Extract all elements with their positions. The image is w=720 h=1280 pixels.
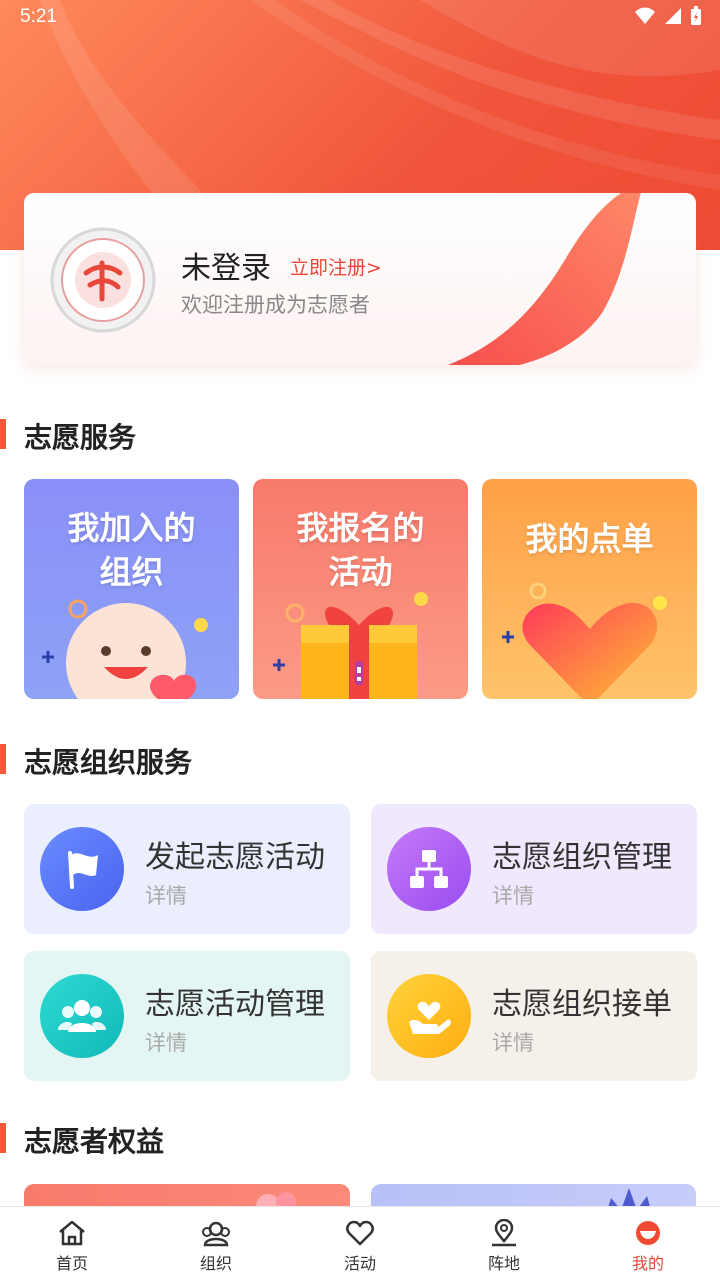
flag-icon	[40, 827, 124, 911]
volunteer-emblem-icon	[50, 227, 156, 333]
status-time: 5:21	[20, 6, 57, 27]
section-accent-bar	[0, 744, 6, 774]
heart-outline-icon	[346, 1220, 374, 1246]
home-icon	[59, 1220, 85, 1246]
tile-joined-orgs[interactable]: 我加入的 组织	[24, 479, 239, 699]
tile-label: 组织	[99, 553, 164, 591]
tab-label: 组织	[199, 1254, 232, 1273]
tab-home[interactable]: 首页	[0, 1207, 144, 1280]
tab-label: 阵地	[487, 1254, 520, 1273]
card-subtitle: 详情	[145, 884, 187, 908]
card-swoosh-decoration	[447, 193, 641, 365]
heart-icon	[502, 582, 667, 699]
tab-label: 活动	[343, 1254, 376, 1273]
card-org-orders[interactable]: 志愿组织接单 详情	[371, 951, 697, 1081]
register-link[interactable]: 立即注册>	[290, 253, 382, 280]
card-subtitle: 详情	[145, 1031, 187, 1055]
tile-my-orders[interactable]: 我的点单	[482, 479, 697, 699]
org-chart-icon	[387, 827, 471, 911]
card-title: 志愿活动管理	[145, 987, 325, 1022]
card-org-management[interactable]: 志愿组织管理 详情	[371, 804, 697, 934]
card-activity-management[interactable]: 志愿活动管理 详情	[24, 951, 350, 1081]
card-title: 志愿组织管理	[492, 840, 672, 875]
section-accent-bar	[0, 1123, 6, 1153]
avatar[interactable]	[50, 227, 156, 333]
people-icon	[40, 974, 124, 1058]
section-title-benefits: 志愿者权益	[24, 1125, 165, 1158]
tile-label: 我报名的	[296, 509, 425, 547]
profile-icon	[636, 1221, 660, 1245]
tab-position[interactable]: 阵地	[432, 1207, 576, 1280]
tab-organization[interactable]: 组织	[144, 1207, 288, 1280]
cell-signal-icon	[665, 8, 681, 24]
tab-label: 我的	[631, 1254, 664, 1273]
section-title-org-service: 志愿组织服务	[24, 746, 193, 779]
group-icon	[202, 1221, 230, 1247]
battery-icon	[691, 6, 701, 25]
section-accent-bar	[0, 419, 6, 449]
tile-label: 活动	[328, 553, 393, 591]
profile-card[interactable]: 未登录 立即注册> 欢迎注册成为志愿者	[24, 193, 696, 365]
card-launch-activity[interactable]: 发起志愿活动 详情	[24, 804, 350, 934]
card-subtitle: 详情	[492, 884, 534, 908]
tile-label: 我加入的	[67, 509, 196, 547]
bottom-tab-bar: 首页 组织 活动 阵地 我的	[0, 1206, 720, 1280]
login-status: 未登录	[181, 251, 271, 286]
card-title: 志愿组织接单	[492, 987, 672, 1022]
tab-activity[interactable]: 活动	[288, 1207, 432, 1280]
welcome-text: 欢迎注册成为志愿者	[181, 293, 370, 317]
status-bar: 5:21	[0, 0, 720, 36]
tab-mine[interactable]: 我的	[576, 1207, 720, 1280]
wifi-icon	[635, 7, 655, 24]
card-title: 发起志愿活动	[145, 840, 325, 875]
section-title-volunteer-service: 志愿服务	[24, 421, 137, 454]
location-pin-icon	[492, 1219, 516, 1247]
tab-label: 首页	[55, 1254, 88, 1273]
card-subtitle: 详情	[492, 1031, 534, 1055]
status-icons	[634, 6, 702, 26]
tile-label: 我的点单	[525, 520, 654, 558]
tile-registered-activities[interactable]: 我报名的 活动	[253, 479, 468, 699]
hand-heart-icon	[387, 974, 471, 1058]
